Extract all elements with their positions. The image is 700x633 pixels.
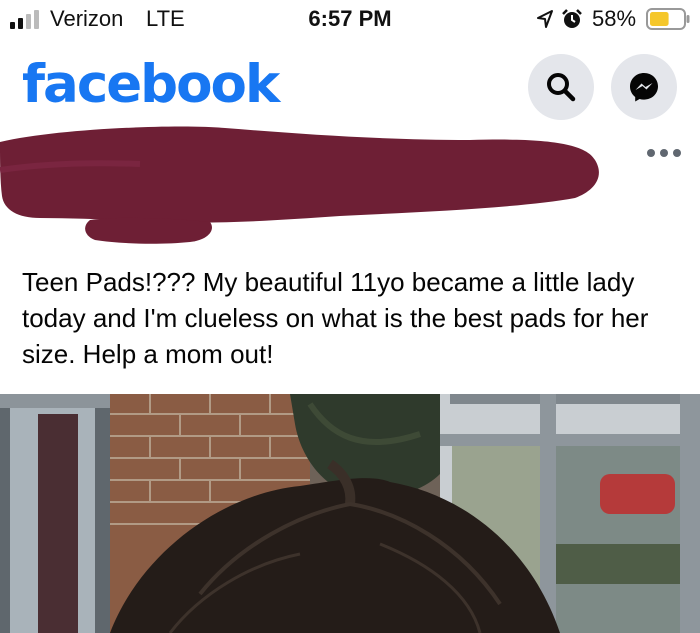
photo-scene xyxy=(0,394,700,633)
battery-percentage: 58% xyxy=(592,6,637,31)
messenger-button[interactable] xyxy=(611,54,677,120)
status-bar: Verizon LTE 6:57 PM 58% xyxy=(0,0,700,40)
messenger-icon xyxy=(630,73,658,102)
location-icon xyxy=(537,10,553,28)
app-header: facebook xyxy=(0,40,700,132)
author-redaction xyxy=(0,126,599,244)
more-options-icon[interactable] xyxy=(646,148,682,158)
post-photo[interactable] xyxy=(0,394,700,633)
search-button[interactable] xyxy=(528,54,594,120)
facebook-logo[interactable]: facebook xyxy=(22,54,280,115)
alarm-icon xyxy=(562,9,582,28)
post-text: Teen Pads!??? My beautiful 11yo became a… xyxy=(22,267,649,369)
battery-icon xyxy=(646,8,690,30)
search-icon xyxy=(547,73,576,102)
